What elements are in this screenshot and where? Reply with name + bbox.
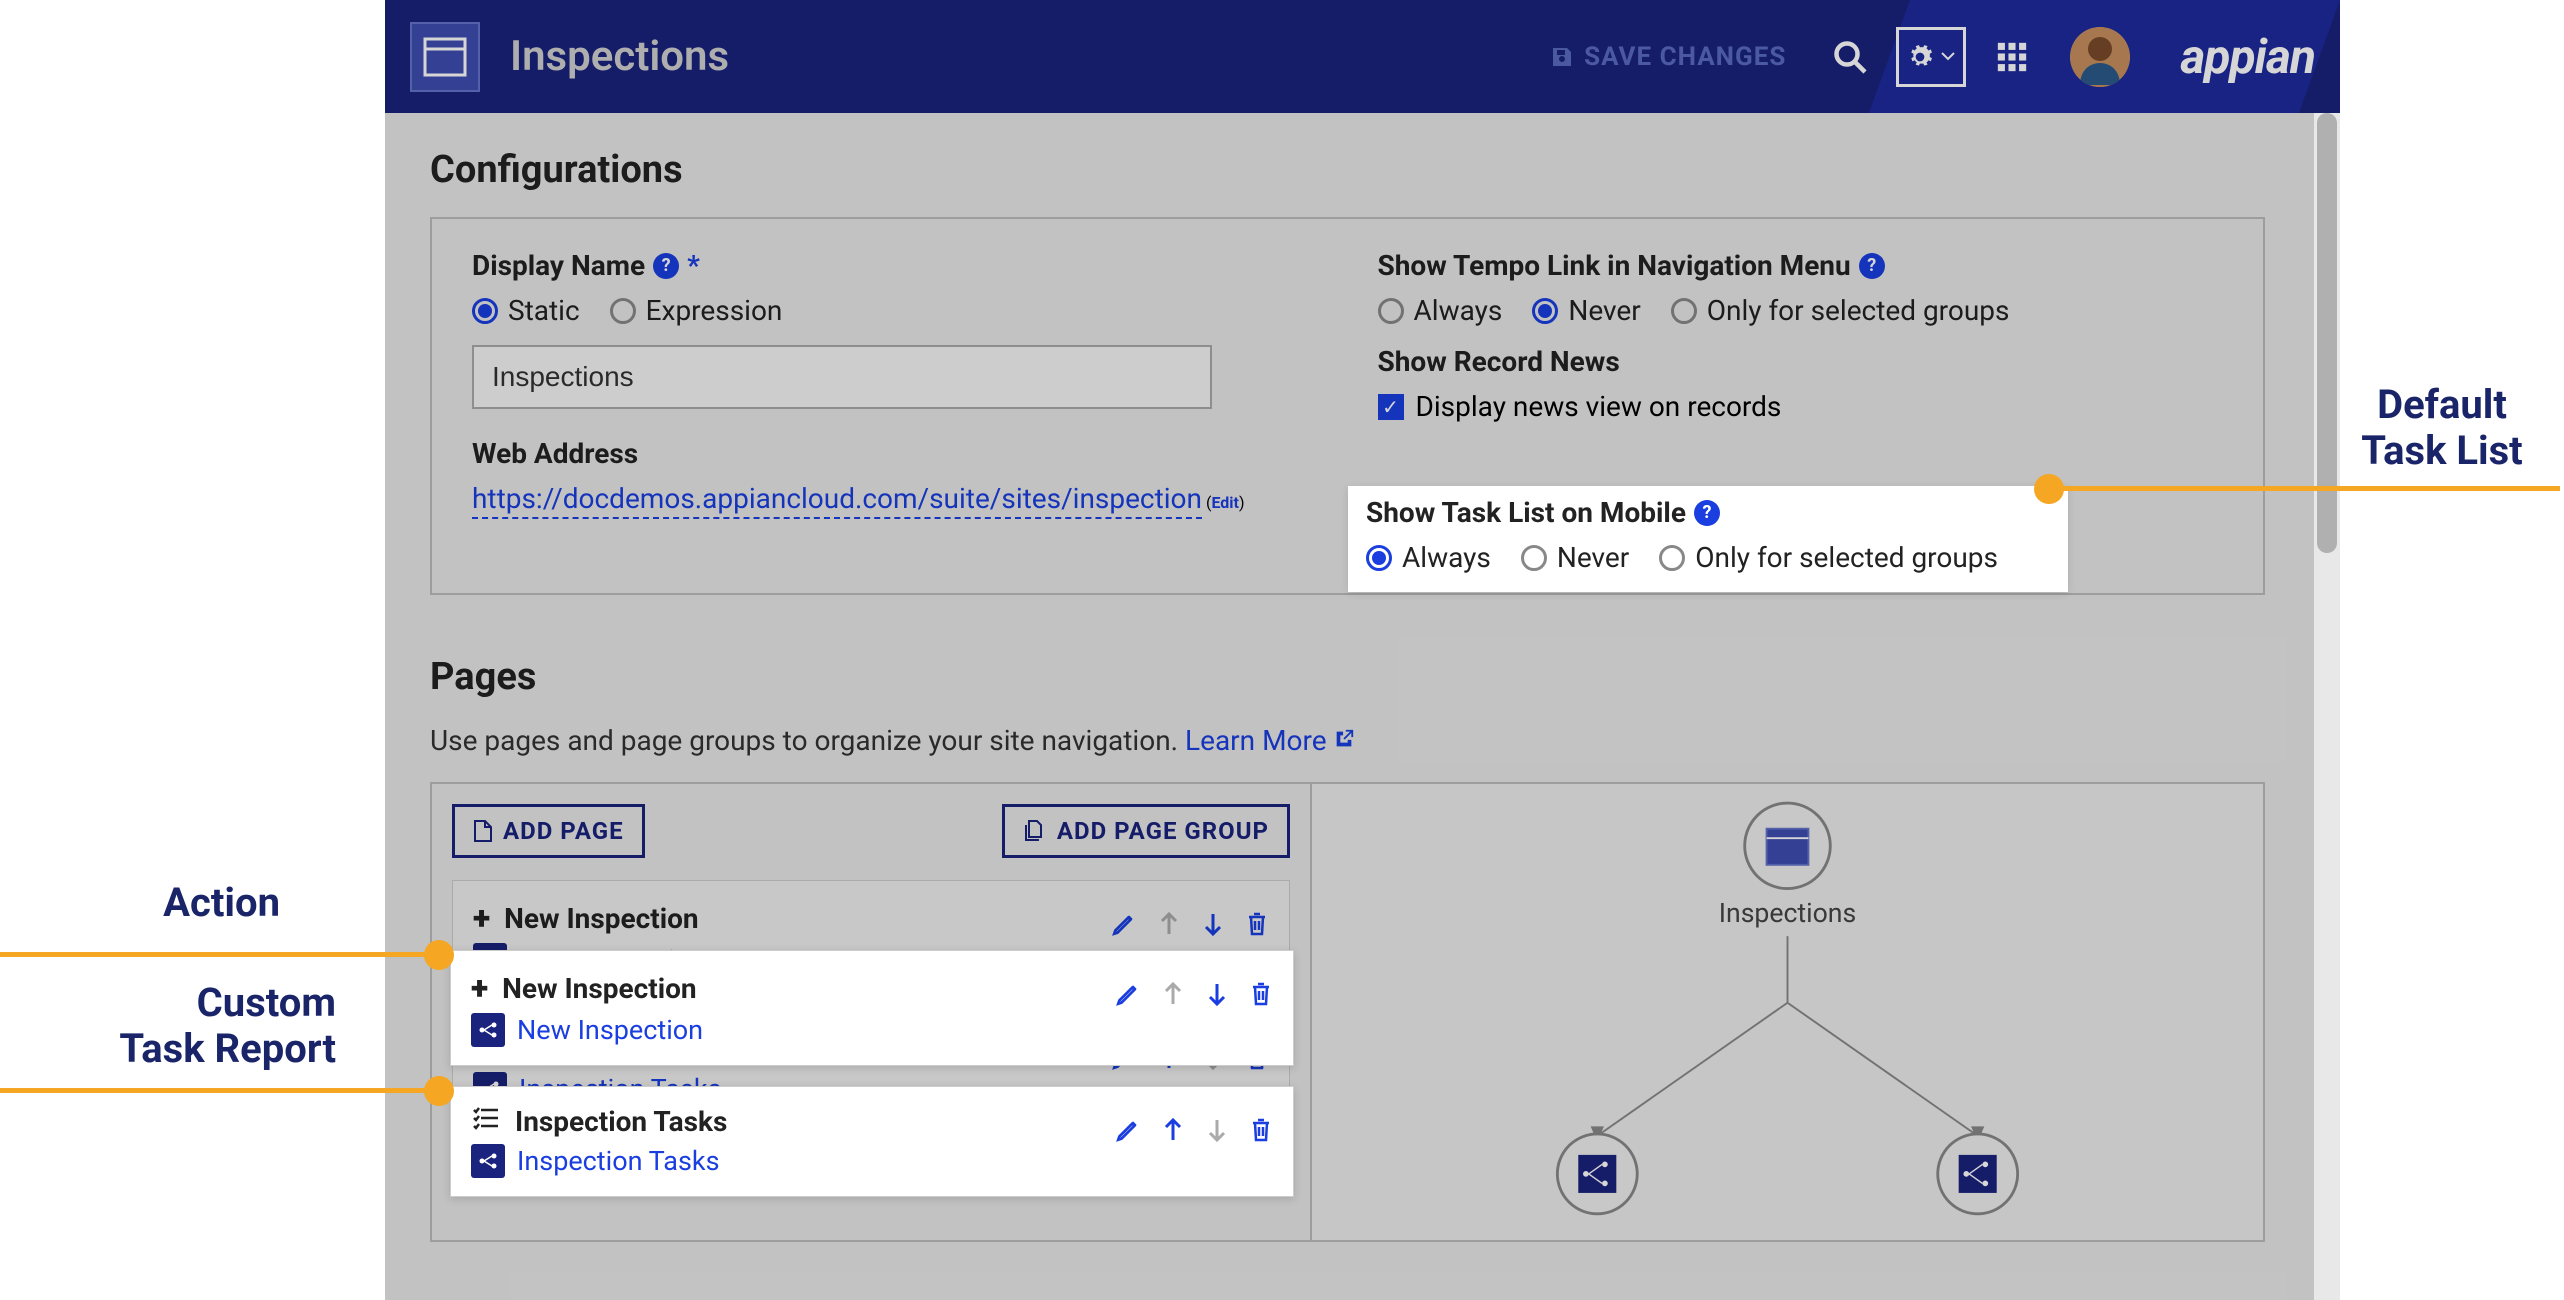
record-news-text: Display news view on records — [1416, 390, 1782, 423]
plus-icon: + — [471, 969, 488, 1007]
process-icon — [471, 1013, 505, 1047]
task-list-never-radio[interactable]: Never — [1521, 541, 1629, 574]
move-up-icon[interactable] — [1161, 1117, 1185, 1150]
show-task-list-label: Show Task List on Mobile ? — [1366, 496, 2050, 529]
save-changes-button[interactable]: SAVE CHANGES — [1524, 26, 1812, 88]
callout-marker — [424, 1076, 454, 1106]
apps-grid-icon[interactable] — [1982, 27, 2042, 87]
web-address-url: https://docdemos.appiancloud.com/suite/s… — [472, 482, 1202, 519]
process-icon — [471, 1144, 505, 1178]
list-icon — [471, 1105, 501, 1138]
plus-icon: + — [473, 899, 490, 937]
gear-icon — [1907, 44, 1933, 70]
tempo-always-radio[interactable]: Always — [1378, 294, 1503, 327]
site-icon — [410, 22, 480, 92]
move-down-icon[interactable] — [1201, 911, 1225, 944]
user-avatar[interactable] — [2070, 27, 2130, 87]
page-link[interactable]: Inspection Tasks — [517, 1145, 720, 1177]
sitemap-root-label: Inspections — [1719, 898, 1856, 929]
delete-icon[interactable] — [1249, 1117, 1273, 1150]
callout-line — [2060, 486, 2560, 491]
task-list-always-radio[interactable]: Always — [1366, 541, 1491, 574]
display-name-label: Display Name ? * — [472, 249, 1318, 282]
move-down-icon — [1205, 1117, 1229, 1150]
external-link-icon — [1333, 724, 1355, 757]
web-address-label: Web Address — [472, 437, 1318, 470]
chevron-down-icon — [1941, 52, 1955, 62]
paren-close: ) — [1239, 493, 1245, 512]
help-icon[interactable]: ? — [1694, 500, 1720, 526]
annotation-default-task-list: Default Task List — [2320, 382, 2564, 474]
annotation-action: Action — [100, 880, 280, 926]
add-page-group-button[interactable]: ADD PAGE GROUP — [1002, 804, 1290, 858]
display-name-expression-radio[interactable]: Expression — [610, 294, 783, 327]
header-bar: Inspections SAVE CHANGES appian — [385, 0, 2340, 113]
configurations-heading: Configurations — [430, 148, 2265, 192]
edit-web-address-link[interactable]: Edit — [1211, 493, 1239, 512]
brand-logo: appian — [2180, 28, 2315, 85]
delete-icon[interactable] — [1249, 981, 1273, 1014]
move-up-icon — [1157, 911, 1181, 944]
tempo-link-label: Show Tempo Link in Navigation Menu ? — [1378, 249, 2224, 282]
pages-heading: Pages — [430, 655, 2265, 699]
required-indicator: * — [687, 249, 700, 282]
edit-icon[interactable] — [1111, 911, 1137, 944]
callout-line — [0, 952, 430, 957]
save-icon — [1550, 45, 1574, 69]
pages-description: Use pages and page groups to organize yo… — [430, 724, 2265, 757]
display-name-input[interactable] — [472, 345, 1212, 409]
task-list-groups-radio[interactable]: Only for selected groups — [1659, 541, 1998, 574]
sitemap-preview: Inspections — [1312, 784, 2263, 1240]
page-link[interactable]: New Inspection — [517, 1014, 703, 1046]
page-title: Inspections — [510, 32, 1524, 81]
move-up-icon — [1161, 981, 1185, 1014]
move-down-icon[interactable] — [1205, 981, 1229, 1014]
display-name-static-radio[interactable]: Static — [472, 294, 580, 327]
help-icon[interactable]: ? — [1859, 253, 1885, 279]
tempo-groups-radio[interactable]: Only for selected groups — [1671, 294, 2010, 327]
add-page-button[interactable]: ADD PAGE — [452, 804, 645, 858]
edit-icon[interactable] — [1115, 1117, 1141, 1150]
highlight-task-list: Show Task List on Mobile ? Always Never … — [1348, 486, 2068, 592]
callout-marker — [2034, 474, 2064, 504]
delete-icon[interactable] — [1245, 911, 1269, 944]
record-news-label: Show Record News — [1378, 345, 2224, 378]
tempo-never-radio[interactable]: Never — [1532, 294, 1640, 327]
edit-icon[interactable] — [1115, 981, 1141, 1014]
callout-marker — [424, 940, 454, 970]
learn-more-link[interactable]: Learn More — [1185, 724, 1355, 757]
annotation-custom-task-report: Custom Task Report — [16, 980, 336, 1072]
search-icon[interactable] — [1820, 27, 1880, 87]
page-card-new-inspection-highlight[interactable]: + New Inspection New Inspection — [450, 950, 1294, 1066]
page-group-icon — [1023, 819, 1047, 843]
settings-dropdown[interactable] — [1896, 27, 1966, 87]
record-news-checkbox[interactable]: ✓ — [1378, 394, 1404, 420]
scrollbar[interactable] — [2314, 113, 2340, 1300]
callout-line — [0, 1088, 430, 1093]
page-card-inspection-tasks-highlight[interactable]: Inspection Tasks Inspection Tasks — [450, 1086, 1294, 1197]
help-icon[interactable]: ? — [653, 253, 679, 279]
page-icon — [473, 819, 493, 843]
